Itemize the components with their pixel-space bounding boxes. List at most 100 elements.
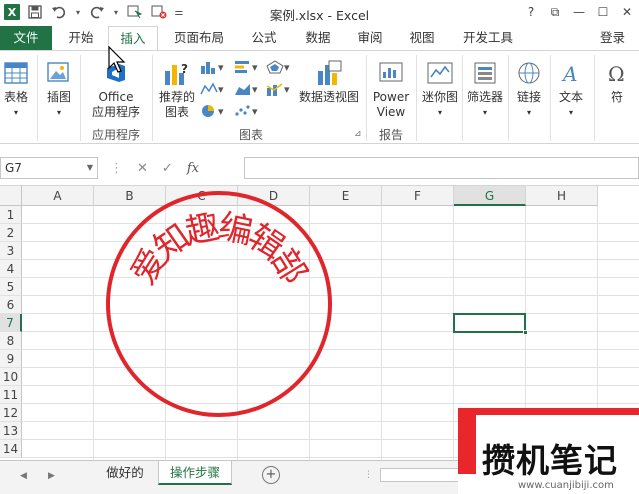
sparklines-button[interactable]: 迷你图 ▾ <box>418 59 462 120</box>
recommended-charts-button[interactable]: ? 推荐的 图表 <box>156 59 198 120</box>
row-header-3[interactable]: 3 <box>0 242 22 260</box>
row-header-2[interactable]: 2 <box>0 224 22 242</box>
row-header-7[interactable]: 7 <box>0 314 22 332</box>
pivot-chart-button[interactable]: 数据透视图 <box>296 59 362 105</box>
title-bar: X ▾ ▾ ⚌ 案例.xlsx - Excel ? ⧉ — ☐ ✕ <box>0 0 639 26</box>
tab-developer[interactable]: 开发工具 <box>456 26 520 50</box>
more-icon: ⋮ <box>110 160 123 176</box>
prev-sheet-icon[interactable]: ◀ <box>20 471 27 481</box>
select-all-corner[interactable] <box>0 186 22 206</box>
sparklines-icon <box>426 59 454 87</box>
power-view-button[interactable]: Power View <box>370 59 412 120</box>
group-label-charts: 图表 <box>238 128 263 142</box>
combo-chart-icon[interactable]: ▾ <box>266 81 296 97</box>
next-sheet-icon[interactable]: ▶ <box>48 471 55 481</box>
cancel-icon[interactable]: ✕ <box>137 161 148 176</box>
filters-button[interactable]: 筛选器 ▾ <box>462 59 508 120</box>
row-header-5[interactable]: 5 <box>0 278 22 296</box>
ribbon-separator <box>508 55 509 141</box>
svg-text:?: ? <box>181 62 188 76</box>
power-view-icon <box>377 59 405 87</box>
row-header-13[interactable]: 13 <box>0 422 22 440</box>
text-button[interactable]: A 文本 ▾ <box>552 59 590 120</box>
link-button[interactable]: 链接 ▾ <box>510 59 548 120</box>
row-header-8[interactable]: 8 <box>0 332 22 350</box>
row-header-12[interactable]: 12 <box>0 404 22 422</box>
scatter-chart-icon[interactable]: ▾ <box>234 103 264 119</box>
text-label: 文本 <box>558 90 583 104</box>
tab-data[interactable]: 数据 <box>298 26 338 50</box>
ribbon-separator <box>366 55 367 141</box>
line-chart-icon[interactable]: ▾ <box>200 81 230 97</box>
watermark-box <box>458 408 476 474</box>
fill-handle[interactable] <box>523 330 528 335</box>
link-label: 链接 <box>516 90 541 104</box>
minimize-icon[interactable]: — <box>567 2 591 22</box>
enter-icon[interactable]: ✓ <box>162 161 173 176</box>
column-header-a[interactable]: A <box>22 186 94 206</box>
name-box-dropdown-icon[interactable]: ▼ <box>87 158 93 178</box>
row-header-4[interactable]: 4 <box>0 260 22 278</box>
area-chart-icon[interactable]: ▾ <box>234 81 264 97</box>
insert-function-icon[interactable]: fx <box>187 161 199 176</box>
filters-dropdown-icon: ▾ <box>482 108 487 117</box>
tab-review[interactable]: 审阅 <box>350 26 390 50</box>
formula-input[interactable] <box>244 157 639 179</box>
text-icon: A <box>557 59 585 87</box>
add-sheet-button[interactable]: + <box>262 466 280 484</box>
column-header-h[interactable]: H <box>526 186 598 206</box>
tab-page-layout[interactable]: 页面布局 <box>168 26 230 50</box>
symbol-icon: Ω <box>603 59 631 87</box>
row-header-14[interactable]: 14 <box>0 440 22 458</box>
tab-file[interactable]: 文件 <box>0 26 52 50</box>
column-chart-icon[interactable]: ▾ <box>200 59 230 75</box>
maximize-icon[interactable]: ☐ <box>591 2 615 22</box>
column-header-f[interactable]: F <box>382 186 454 206</box>
watermark-url: www.cuanjibiji.com <box>518 480 614 491</box>
window-controls: ? ⧉ — ☐ ✕ <box>519 2 639 22</box>
pivot-chart-icon <box>315 59 343 87</box>
row-header-9[interactable]: 9 <box>0 350 22 368</box>
sheet-tab-steps[interactable]: 操作步骤 <box>158 461 232 485</box>
symbol-button[interactable]: Ω 符 <box>598 59 636 105</box>
table-icon <box>2 59 30 87</box>
tab-formulas[interactable]: 公式 <box>244 26 284 50</box>
row-header-1[interactable]: 1 <box>0 206 22 224</box>
formula-bar: G7 ▼ ⋮ ✕ ✓ fx <box>0 144 639 186</box>
illustrations-dropdown-icon: ▾ <box>56 108 61 117</box>
row-header-6[interactable]: 6 <box>0 296 22 314</box>
group-label-reports: 报告 <box>378 128 403 142</box>
ribbon-separator <box>37 55 38 141</box>
charts-dialog-launcher-icon[interactable]: ⊿ <box>354 129 362 139</box>
help-icon[interactable]: ? <box>519 2 543 22</box>
group-label-apps: 应用程序 <box>91 128 140 142</box>
ribbon-display-icon[interactable]: ⧉ <box>543 2 567 22</box>
seal-stamp[interactable]: 爱知趣编辑部 <box>103 188 335 420</box>
name-box[interactable]: G7 ▼ <box>0 157 98 179</box>
illustrations-button[interactable]: 插图 ▾ <box>42 59 76 120</box>
ribbon-separator <box>80 55 81 141</box>
filters-label: 筛选器 <box>466 90 503 104</box>
mouse-cursor-icon <box>108 45 128 77</box>
tab-home[interactable]: 开始 <box>62 26 100 50</box>
close-icon[interactable]: ✕ <box>615 2 639 22</box>
symbol-label: 符 <box>610 90 623 104</box>
horizontal-scrollbar[interactable] <box>380 468 470 482</box>
row-header-10[interactable]: 10 <box>0 368 22 386</box>
bar-chart-icon[interactable]: ▾ <box>234 59 264 75</box>
more-sheets-icon[interactable]: ⋮ <box>364 470 373 480</box>
selected-cell[interactable] <box>453 313 526 333</box>
radar-chart-icon[interactable]: ▾ <box>266 59 296 75</box>
sparklines-dropdown-icon: ▾ <box>437 108 442 117</box>
pie-chart-icon[interactable]: ▾ <box>200 103 230 119</box>
tab-view[interactable]: 视图 <box>402 26 442 50</box>
formula-buttons: ⋮ ✕ ✓ fx <box>110 157 199 179</box>
column-header-g[interactable]: G <box>454 186 526 206</box>
row-header-11[interactable]: 11 <box>0 386 22 404</box>
ribbon-separator <box>594 55 595 141</box>
recommended-charts-icon: ? <box>163 59 191 87</box>
sheet-tab-done[interactable]: 做好的 <box>94 461 156 485</box>
table-button[interactable]: 表格 ▾ <box>0 59 32 120</box>
login-link[interactable]: 登录 <box>600 26 625 50</box>
ribbon-separator <box>550 55 551 141</box>
